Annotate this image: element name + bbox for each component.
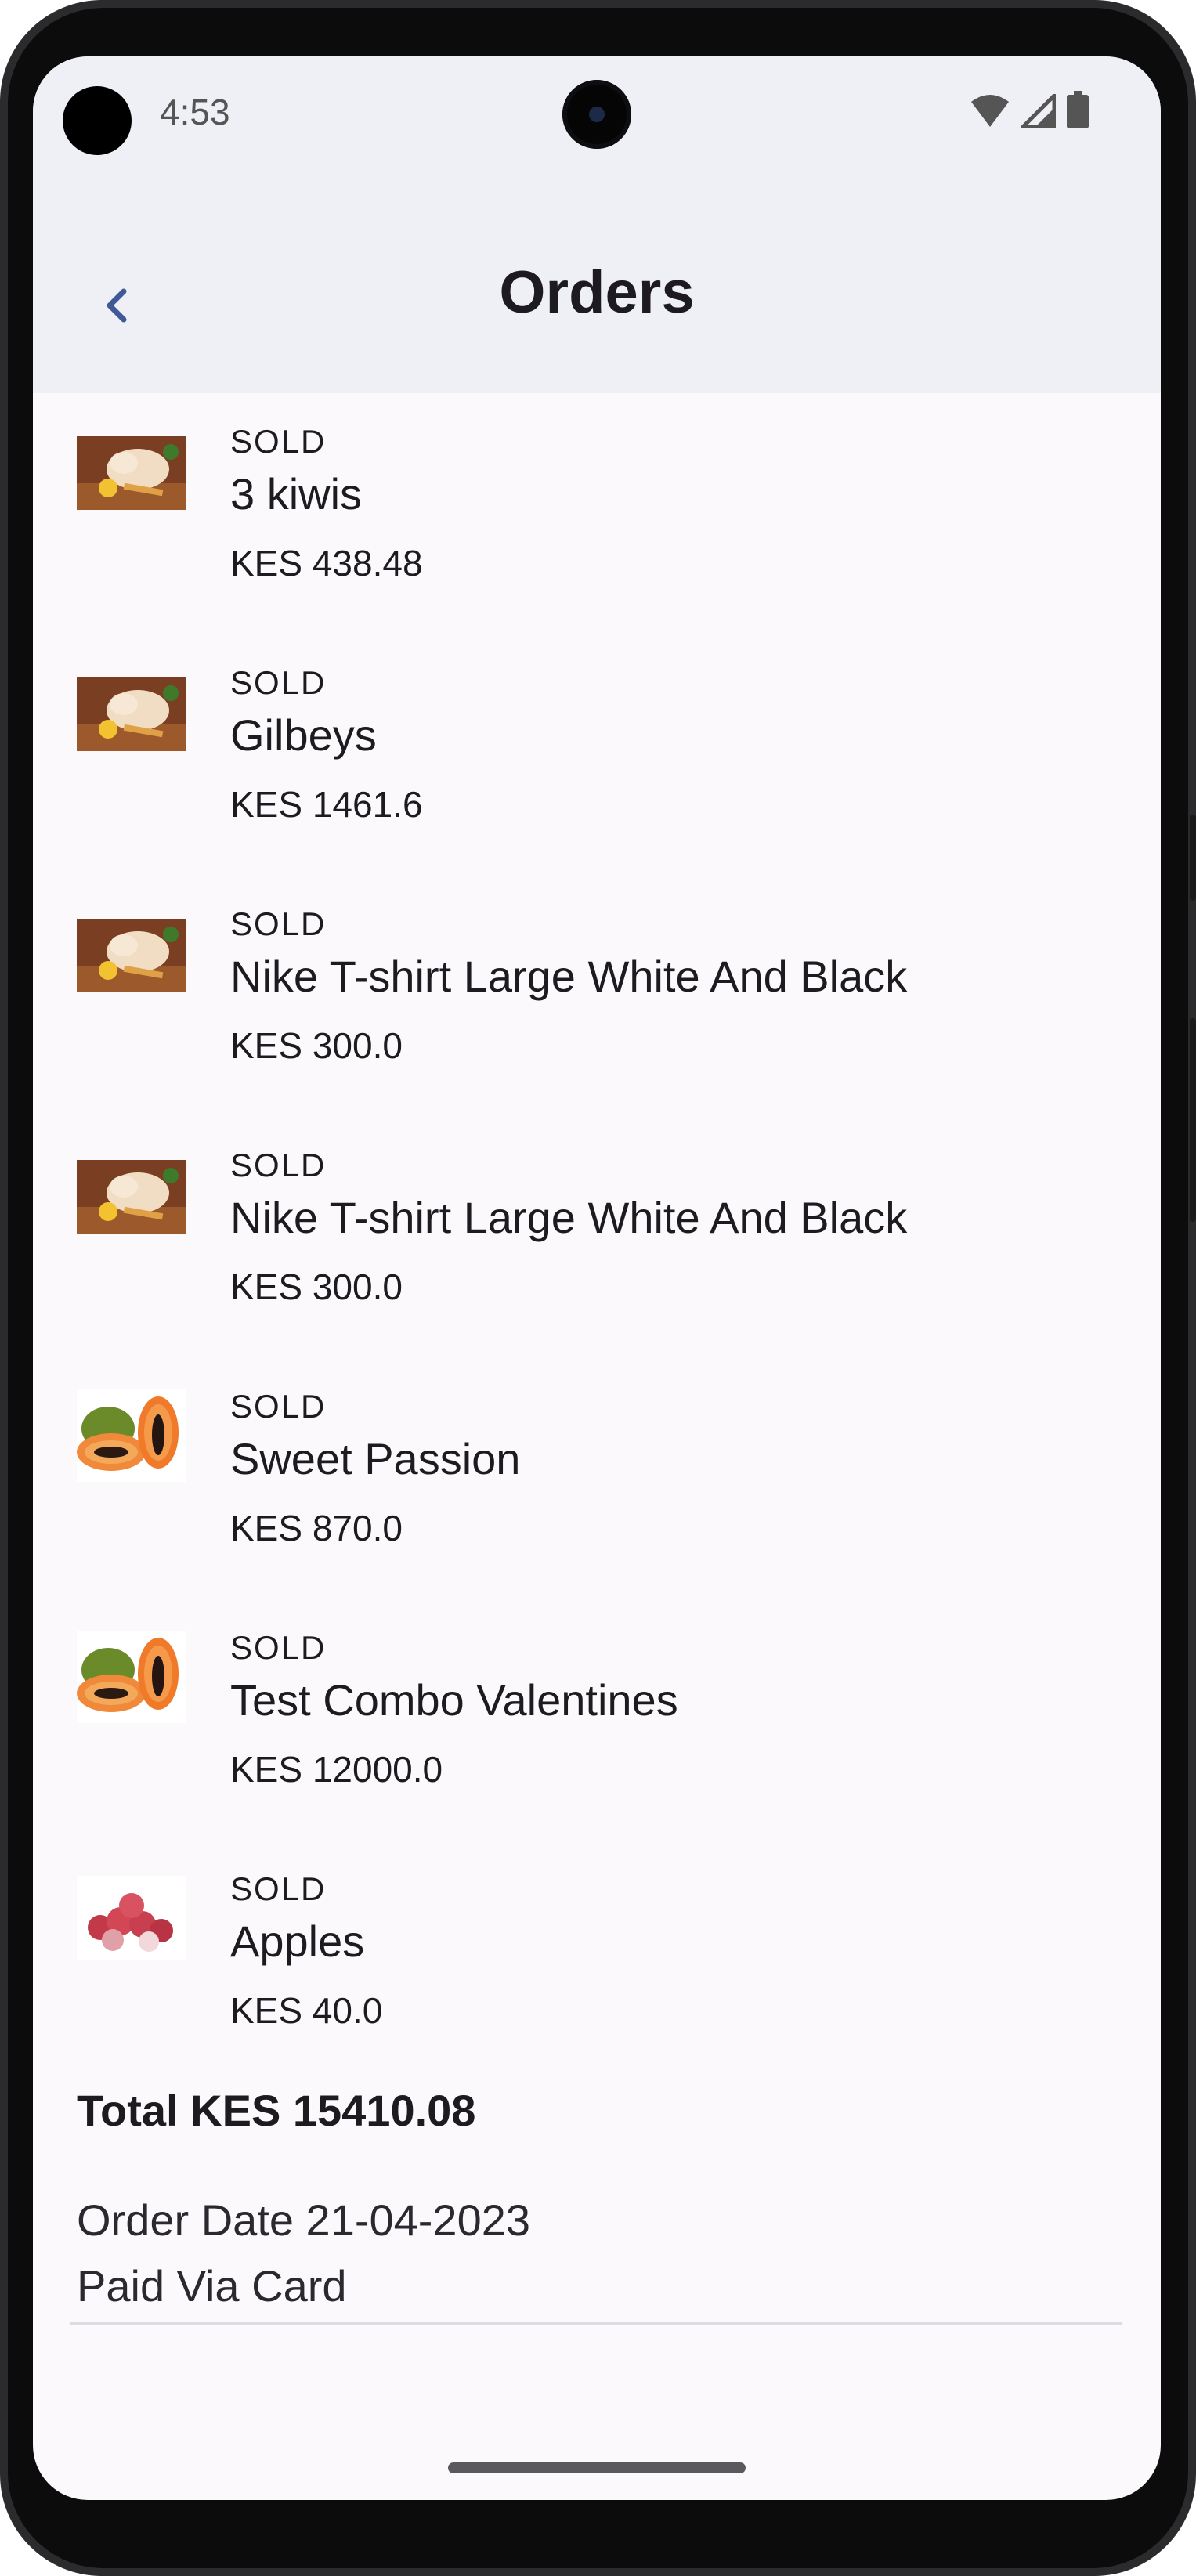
order-status: SOLD xyxy=(230,1388,327,1425)
order-name: Nike T-shirt Large White And Black xyxy=(230,952,908,1001)
order-name: 3 kiwis xyxy=(230,469,363,518)
order-name: Sweet Passion xyxy=(230,1434,521,1483)
volume-button xyxy=(1190,1018,1196,1222)
screen: 4:53 Orders SOLD 3 kiwis KES 438.48 SOLD… xyxy=(33,56,1161,2500)
order-name: Nike T-shirt Large White And Black xyxy=(230,1193,908,1242)
order-name: Test Combo Valentines xyxy=(230,1675,678,1725)
notification-dot xyxy=(63,86,132,155)
top-app-bar: Orders xyxy=(33,166,1161,393)
divider xyxy=(70,2322,1122,2325)
order-status: SOLD xyxy=(230,664,327,701)
phone-frame: 4:53 Orders SOLD 3 kiwis KES 438.48 SOLD… xyxy=(0,0,1196,2576)
battery-icon xyxy=(1067,91,1089,128)
chicken-image xyxy=(77,1160,186,1234)
order-price: KES 300.0 xyxy=(230,1266,403,1307)
chicken-image xyxy=(77,436,186,510)
order-price: KES 40.0 xyxy=(230,1990,383,2031)
order-status: SOLD xyxy=(230,423,327,460)
order-name: Apples xyxy=(230,1917,365,1966)
home-indicator[interactable] xyxy=(448,2462,746,2473)
power-button xyxy=(1190,815,1196,901)
order-price: KES 1461.6 xyxy=(230,784,423,825)
wifi-icon xyxy=(971,95,1009,127)
order-item[interactable]: SOLD Test Combo Valentines KES 12000.0 xyxy=(33,1599,1161,1841)
order-status: SOLD xyxy=(230,905,327,942)
order-item[interactable]: SOLD 3 kiwis KES 438.48 xyxy=(33,393,1161,634)
papaya-image xyxy=(77,1389,186,1482)
status-time: 4:53 xyxy=(160,92,230,132)
orders-list: SOLD 3 kiwis KES 438.48 SOLD Gilbeys KES… xyxy=(33,393,1161,2082)
status-bar: 4:53 xyxy=(33,56,1161,166)
status-icons xyxy=(970,91,1089,128)
payment-method: Paid Via Card xyxy=(77,2261,347,2310)
order-price: KES 12000.0 xyxy=(230,1749,443,1790)
cellular-signal-icon xyxy=(1021,94,1056,128)
order-status: SOLD xyxy=(230,1629,327,1666)
order-total: Total KES 15410.08 xyxy=(77,2086,476,2135)
order-name: Gilbeys xyxy=(230,710,377,760)
lychee-image xyxy=(77,1876,186,1960)
order-item[interactable]: SOLD Gilbeys KES 1461.6 xyxy=(33,634,1161,876)
order-price: KES 300.0 xyxy=(230,1025,403,1066)
order-item[interactable]: SOLD Apples KES 40.0 xyxy=(33,1841,1161,2082)
order-status: SOLD xyxy=(230,1870,327,1907)
page-title: Orders xyxy=(499,259,695,326)
chicken-image xyxy=(77,677,186,751)
order-date: Order Date 21-04-2023 xyxy=(77,2195,531,2245)
order-item[interactable]: SOLD Nike T-shirt Large White And Black … xyxy=(33,1117,1161,1358)
front-camera xyxy=(562,80,631,149)
order-status: SOLD xyxy=(230,1147,327,1183)
order-price: KES 870.0 xyxy=(230,1508,403,1548)
chicken-image xyxy=(77,919,186,992)
order-item[interactable]: SOLD Nike T-shirt Large White And Black … xyxy=(33,876,1161,1117)
order-item[interactable]: SOLD Sweet Passion KES 870.0 xyxy=(33,1358,1161,1599)
order-price: KES 438.48 xyxy=(230,543,423,583)
papaya-image xyxy=(77,1631,186,1723)
